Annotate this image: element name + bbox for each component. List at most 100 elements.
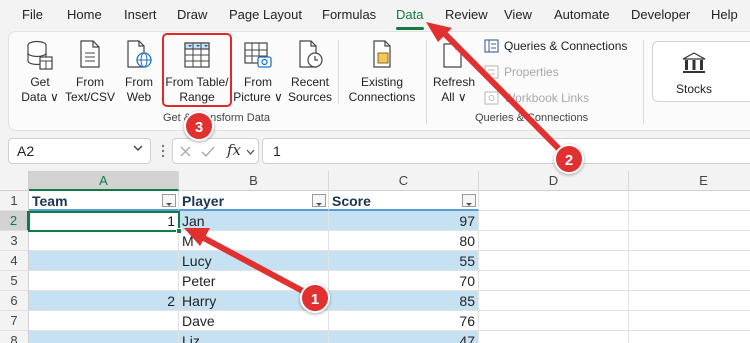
row-header[interactable]: 3 <box>0 231 29 251</box>
table-header-label: Player <box>182 193 225 209</box>
cell[interactable] <box>629 211 750 231</box>
cell[interactable] <box>479 191 629 211</box>
web-file-icon <box>127 40 152 68</box>
cell-score[interactable]: 80 <box>329 231 479 251</box>
cell[interactable] <box>629 331 750 343</box>
cell[interactable] <box>629 291 750 311</box>
chevron-down-icon[interactable] <box>246 149 255 156</box>
tab-help[interactable]: Help <box>711 7 738 22</box>
cell-score[interactable]: 76 <box>329 311 479 331</box>
column-header-e[interactable]: E <box>629 171 750 191</box>
tab-developer[interactable]: Developer <box>631 7 690 22</box>
cell-player[interactable]: Jan <box>179 211 329 231</box>
table-header-team[interactable]: Team <box>29 191 179 211</box>
cell-score[interactable]: 70 <box>329 271 479 291</box>
filter-dropdown-icon[interactable] <box>162 194 176 207</box>
row-header[interactable]: 2 <box>0 211 29 231</box>
tab-automate[interactable]: Automate <box>554 7 610 22</box>
column-headers: A B C D E <box>0 171 750 191</box>
row-header[interactable]: 6 <box>0 291 29 311</box>
row-header[interactable]: 5 <box>0 271 29 291</box>
insert-function-icon[interactable]: fx <box>227 141 241 159</box>
column-header-b[interactable]: B <box>179 171 329 191</box>
tab-data[interactable]: Data <box>396 7 423 22</box>
column-header-c[interactable]: C <box>329 171 479 191</box>
fill-handle[interactable] <box>176 228 182 234</box>
select-all-corner[interactable] <box>0 171 29 191</box>
row-header[interactable]: 8 <box>0 331 29 343</box>
from-picture-button[interactable]: From Picture ∨ <box>232 39 284 105</box>
chevron-down-icon[interactable] <box>133 144 143 152</box>
recent-sources-label-2: Sources <box>287 90 333 104</box>
table-header-player[interactable]: Player <box>179 191 329 211</box>
cell[interactable] <box>479 211 629 231</box>
cell[interactable] <box>479 231 629 251</box>
from-text-csv-button[interactable]: From Text/CSV <box>64 39 116 105</box>
cell-score[interactable]: 55 <box>329 251 479 271</box>
tab-formulas[interactable]: Formulas <box>322 7 376 22</box>
cell-team[interactable] <box>29 271 179 291</box>
existing-connections-label-1: Existing <box>360 75 404 89</box>
cell-team[interactable]: 2 <box>29 291 179 311</box>
properties-button[interactable]: Properties <box>484 65 559 79</box>
cell[interactable] <box>629 231 750 251</box>
tab-draw[interactable]: Draw <box>177 7 207 22</box>
name-box[interactable]: A2 <box>8 138 151 164</box>
table-header-score[interactable]: Score <box>329 191 479 211</box>
cell[interactable] <box>479 251 629 271</box>
filter-dropdown-icon[interactable] <box>462 194 476 207</box>
highlight-box <box>162 33 232 107</box>
tab-insert[interactable]: Insert <box>124 7 157 22</box>
tab-file[interactable]: File <box>22 7 43 22</box>
workbook-links-button[interactable]: Workbook Links <box>484 91 589 105</box>
from-web-label-2: Web <box>126 90 152 104</box>
cell-score[interactable]: 47 <box>329 331 479 343</box>
tab-view[interactable]: View <box>504 7 532 22</box>
cell-score[interactable]: 97 <box>329 211 479 231</box>
formula-input[interactable]: 1 <box>262 138 750 164</box>
refresh-all-button[interactable]: Refresh All ∨ <box>432 41 476 105</box>
get-data-label-1: Get <box>30 75 50 89</box>
cell-team[interactable] <box>29 251 179 271</box>
enter-check-icon[interactable] <box>201 145 215 158</box>
get-data-button[interactable]: Get Data ∨ <box>18 39 62 105</box>
cell[interactable] <box>479 291 629 311</box>
cell[interactable] <box>479 311 629 331</box>
stocks-data-type-button[interactable]: Stocks <box>652 41 750 102</box>
cell-score[interactable]: 85 <box>329 291 479 311</box>
queries-connections-button[interactable]: Queries & Connections <box>484 39 627 53</box>
column-header-a[interactable]: A <box>29 171 179 191</box>
active-tab-indicator <box>396 27 424 30</box>
filter-dropdown-icon[interactable] <box>312 194 326 207</box>
tab-home[interactable]: Home <box>67 7 102 22</box>
queries-icon <box>484 39 499 53</box>
existing-connections-button[interactable]: Existing Connections <box>345 39 419 105</box>
refresh-icon <box>443 43 462 68</box>
tab-page-layout[interactable]: Page Layout <box>229 7 302 22</box>
cell-player[interactable]: M <box>179 231 329 251</box>
cell-player[interactable]: Lucy <box>179 251 329 271</box>
row-header[interactable]: 7 <box>0 311 29 331</box>
cell-team[interactable] <box>29 331 179 343</box>
recent-sources-button[interactable]: Recent Sources <box>285 39 335 105</box>
column-header-d[interactable]: D <box>479 171 629 191</box>
cell-player[interactable]: Liz <box>179 331 329 343</box>
from-text-csv-label-2: Text/CSV <box>64 90 115 104</box>
cell[interactable] <box>629 251 750 271</box>
cell[interactable] <box>629 271 750 291</box>
cell-team[interactable] <box>29 311 179 331</box>
worksheet-grid[interactable]: A B C D E 1 2 3 4 5 6 7 8 Team Player Sc… <box>0 171 750 343</box>
cell-player[interactable]: Dave <box>179 311 329 331</box>
cell[interactable] <box>479 271 629 291</box>
cell[interactable] <box>629 191 750 211</box>
cell[interactable] <box>479 331 629 343</box>
cell[interactable] <box>629 311 750 331</box>
cell-team[interactable] <box>29 231 179 251</box>
from-web-button[interactable]: From Web <box>119 39 159 105</box>
more-options-icon[interactable] <box>161 144 165 158</box>
row-header[interactable]: 4 <box>0 251 29 271</box>
row-header[interactable]: 1 <box>0 191 29 211</box>
cancel-icon[interactable] <box>179 145 192 158</box>
tab-review[interactable]: Review <box>445 7 488 22</box>
from-picture-label-2: Picture ∨ <box>233 90 283 104</box>
